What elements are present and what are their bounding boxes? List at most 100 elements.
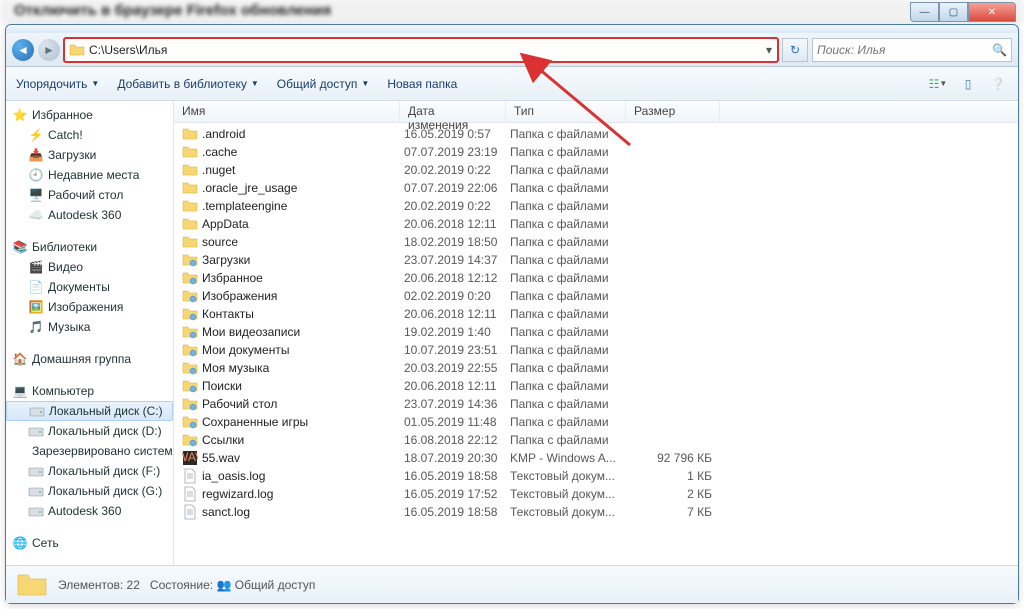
file-row[interactable]: sanct.log 16.05.2019 18:58 Текстовый док…	[174, 503, 1018, 521]
file-row[interactable]: regwizard.log 16.05.2019 17:52 Текстовый…	[174, 485, 1018, 503]
organize-menu[interactable]: Упорядочить ▼	[16, 77, 99, 91]
file-row[interactable]: Поиски 20.06.2018 12:11 Папка с файлами	[174, 377, 1018, 395]
file-row[interactable]: Мои видеозаписи 19.02.2019 1:40 Папка с …	[174, 323, 1018, 341]
close-button[interactable]: ✕	[968, 2, 1016, 22]
libraries-header[interactable]: 📚Библиотеки	[6, 237, 173, 257]
file-row[interactable]: ia_oasis.log 16.05.2019 18:58 Текстовый …	[174, 467, 1018, 485]
file-row[interactable]: Ссылки 16.08.2018 22:12 Папка с файлами	[174, 431, 1018, 449]
col-date[interactable]: Дата изменения	[400, 101, 506, 122]
folder-sys-icon	[182, 396, 198, 412]
file-type: Папка с файлами	[510, 145, 630, 159]
file-type: Папка с файлами	[510, 181, 630, 195]
file-name: .templateengine	[202, 199, 404, 213]
address-input[interactable]	[89, 43, 761, 57]
col-type[interactable]: Тип	[506, 101, 626, 122]
file-row[interactable]: .nuget 20.02.2019 0:22 Папка с файлами	[174, 161, 1018, 179]
file-name: Избранное	[202, 271, 404, 285]
file-name: .nuget	[202, 163, 404, 177]
sidebar-drive-item[interactable]: Зарезервировано системой	[6, 441, 173, 461]
help-button[interactable]: ❔	[988, 74, 1008, 94]
column-headers: Имя Дата изменения Тип Размер	[174, 101, 1018, 123]
address-dropdown[interactable]: ▾	[761, 43, 777, 57]
file-row[interactable]: Изображения 02.02.2019 0:20 Папка с файл…	[174, 287, 1018, 305]
file-row[interactable]: Мои документы 10.07.2019 23:51 Папка с ф…	[174, 341, 1018, 359]
drive-icon	[28, 483, 44, 499]
file-type: Папка с файлами	[510, 325, 630, 339]
folder-sys-icon	[182, 306, 198, 322]
window-controls: — ▢ ✕	[910, 2, 1016, 22]
col-size[interactable]: Размер	[626, 101, 720, 122]
addlib-menu[interactable]: Добавить в библиотеку ▼	[117, 77, 258, 91]
fav-icon: ⚡	[28, 127, 44, 143]
command-bar: Упорядочить ▼ Добавить в библиотеку ▼ Об…	[6, 67, 1018, 101]
sidebar-drive-item[interactable]: Локальный диск (F:)	[6, 461, 173, 481]
sidebar-lib-item[interactable]: 🎬Видео	[6, 257, 173, 277]
sidebar-drive-item[interactable]: Autodesk 360	[6, 501, 173, 521]
sidebar-fav-item[interactable]: ⚡Catch!	[6, 125, 173, 145]
computer-header[interactable]: 💻Компьютер	[6, 381, 173, 401]
sidebar-lib-item[interactable]: 🖼️Изображения	[6, 297, 173, 317]
file-type: Папка с файлами	[510, 343, 630, 357]
fav-icon: ☁️	[28, 207, 44, 223]
minimize-button[interactable]: —	[910, 2, 939, 22]
network-header[interactable]: 🌐Сеть	[6, 533, 173, 553]
file-name: Контакты	[202, 307, 404, 321]
view-options-button[interactable]: ☷ ▼	[928, 74, 948, 94]
file-name: Ссылки	[202, 433, 404, 447]
file-row[interactable]: Загрузки 23.07.2019 14:37 Папка с файлам…	[174, 251, 1018, 269]
file-type: Папка с файлами	[510, 127, 630, 141]
file-type: Текстовый докум...	[510, 469, 630, 483]
file-name: Мои видеозаписи	[202, 325, 404, 339]
svg-text:WAV: WAV	[182, 450, 198, 464]
back-button[interactable]: ◄	[12, 39, 34, 61]
forward-button[interactable]: ►	[38, 39, 60, 61]
file-row[interactable]: Избранное 20.06.2018 12:12 Папка с файла…	[174, 269, 1018, 287]
file-row[interactable]: AppData 20.06.2018 12:11 Папка с файлами	[174, 215, 1018, 233]
navigation-pane[interactable]: ⭐Избранное ⚡Catch!📥Загрузки🕘Недавние мес…	[6, 101, 174, 565]
search-box[interactable]: 🔍	[812, 38, 1012, 62]
file-date: 18.07.2019 20:30	[404, 451, 510, 465]
favorites-header[interactable]: ⭐Избранное	[6, 105, 173, 125]
sidebar-fav-item[interactable]: 🖥️Рабочий стол	[6, 185, 173, 205]
sidebar-drive-item[interactable]: Локальный диск (G:)	[6, 481, 173, 501]
file-name: .oracle_jre_usage	[202, 181, 404, 195]
sidebar-fav-item[interactable]: ☁️Autodesk 360	[6, 205, 173, 225]
sidebar-fav-item[interactable]: 🕘Недавние места	[6, 165, 173, 185]
sidebar-fav-item[interactable]: 📥Загрузки	[6, 145, 173, 165]
search-input[interactable]	[817, 43, 992, 57]
file-type: Папка с файлами	[510, 163, 630, 177]
file-row[interactable]: .oracle_jre_usage 07.07.2019 22:06 Папка…	[174, 179, 1018, 197]
sidebar-drive-item[interactable]: Локальный диск (C:)	[6, 401, 173, 421]
file-row[interactable]: .templateengine 20.02.2019 0:22 Папка с …	[174, 197, 1018, 215]
share-menu[interactable]: Общий доступ ▼	[277, 77, 370, 91]
file-name: Поиски	[202, 379, 404, 393]
homegroup-header[interactable]: 🏠Домашняя группа	[6, 349, 173, 369]
file-row[interactable]: WAV 55.wav 18.07.2019 20:30 KMP - Window…	[174, 449, 1018, 467]
sidebar-lib-item[interactable]: 🎵Музыка	[6, 317, 173, 337]
file-list[interactable]: .android 16.05.2019 0:57 Папка с файлами…	[174, 123, 1018, 565]
file-row[interactable]: Сохраненные игры 01.05.2019 11:48 Папка …	[174, 413, 1018, 431]
background-blur: Отключить в браузере Firefox обновления	[0, 0, 1024, 24]
file-row[interactable]: Рабочий стол 23.07.2019 14:36 Папка с фа…	[174, 395, 1018, 413]
refresh-button[interactable]: ↻	[782, 38, 808, 62]
maximize-button[interactable]: ▢	[939, 2, 968, 22]
file-type: Папка с файлами	[510, 217, 630, 231]
libraries-icon: 📚	[12, 239, 28, 255]
newfolder-button[interactable]: Новая папка	[387, 77, 457, 91]
preview-pane-button[interactable]: ▯	[958, 74, 978, 94]
file-row[interactable]: .cache 07.07.2019 23:19 Папка с файлами	[174, 143, 1018, 161]
address-bar[interactable]: ▾	[64, 38, 778, 62]
file-date: 20.06.2018 12:12	[404, 271, 510, 285]
folder-icon	[182, 180, 198, 196]
col-name[interactable]: Имя	[174, 101, 400, 122]
computer-icon: 💻	[12, 383, 28, 399]
file-row[interactable]: .android 16.05.2019 0:57 Папка с файлами	[174, 125, 1018, 143]
file-row[interactable]: source 18.02.2019 18:50 Папка с файлами	[174, 233, 1018, 251]
file-row[interactable]: Контакты 20.06.2018 12:11 Папка с файлам…	[174, 305, 1018, 323]
sidebar-drive-item[interactable]: Локальный диск (D:)	[6, 421, 173, 441]
folder-sys-icon	[182, 432, 198, 448]
file-row[interactable]: Моя музыка 20.03.2019 22:55 Папка с файл…	[174, 359, 1018, 377]
file-type: Папка с файлами	[510, 271, 630, 285]
sidebar-lib-item[interactable]: 📄Документы	[6, 277, 173, 297]
folder-sys-icon	[182, 288, 198, 304]
